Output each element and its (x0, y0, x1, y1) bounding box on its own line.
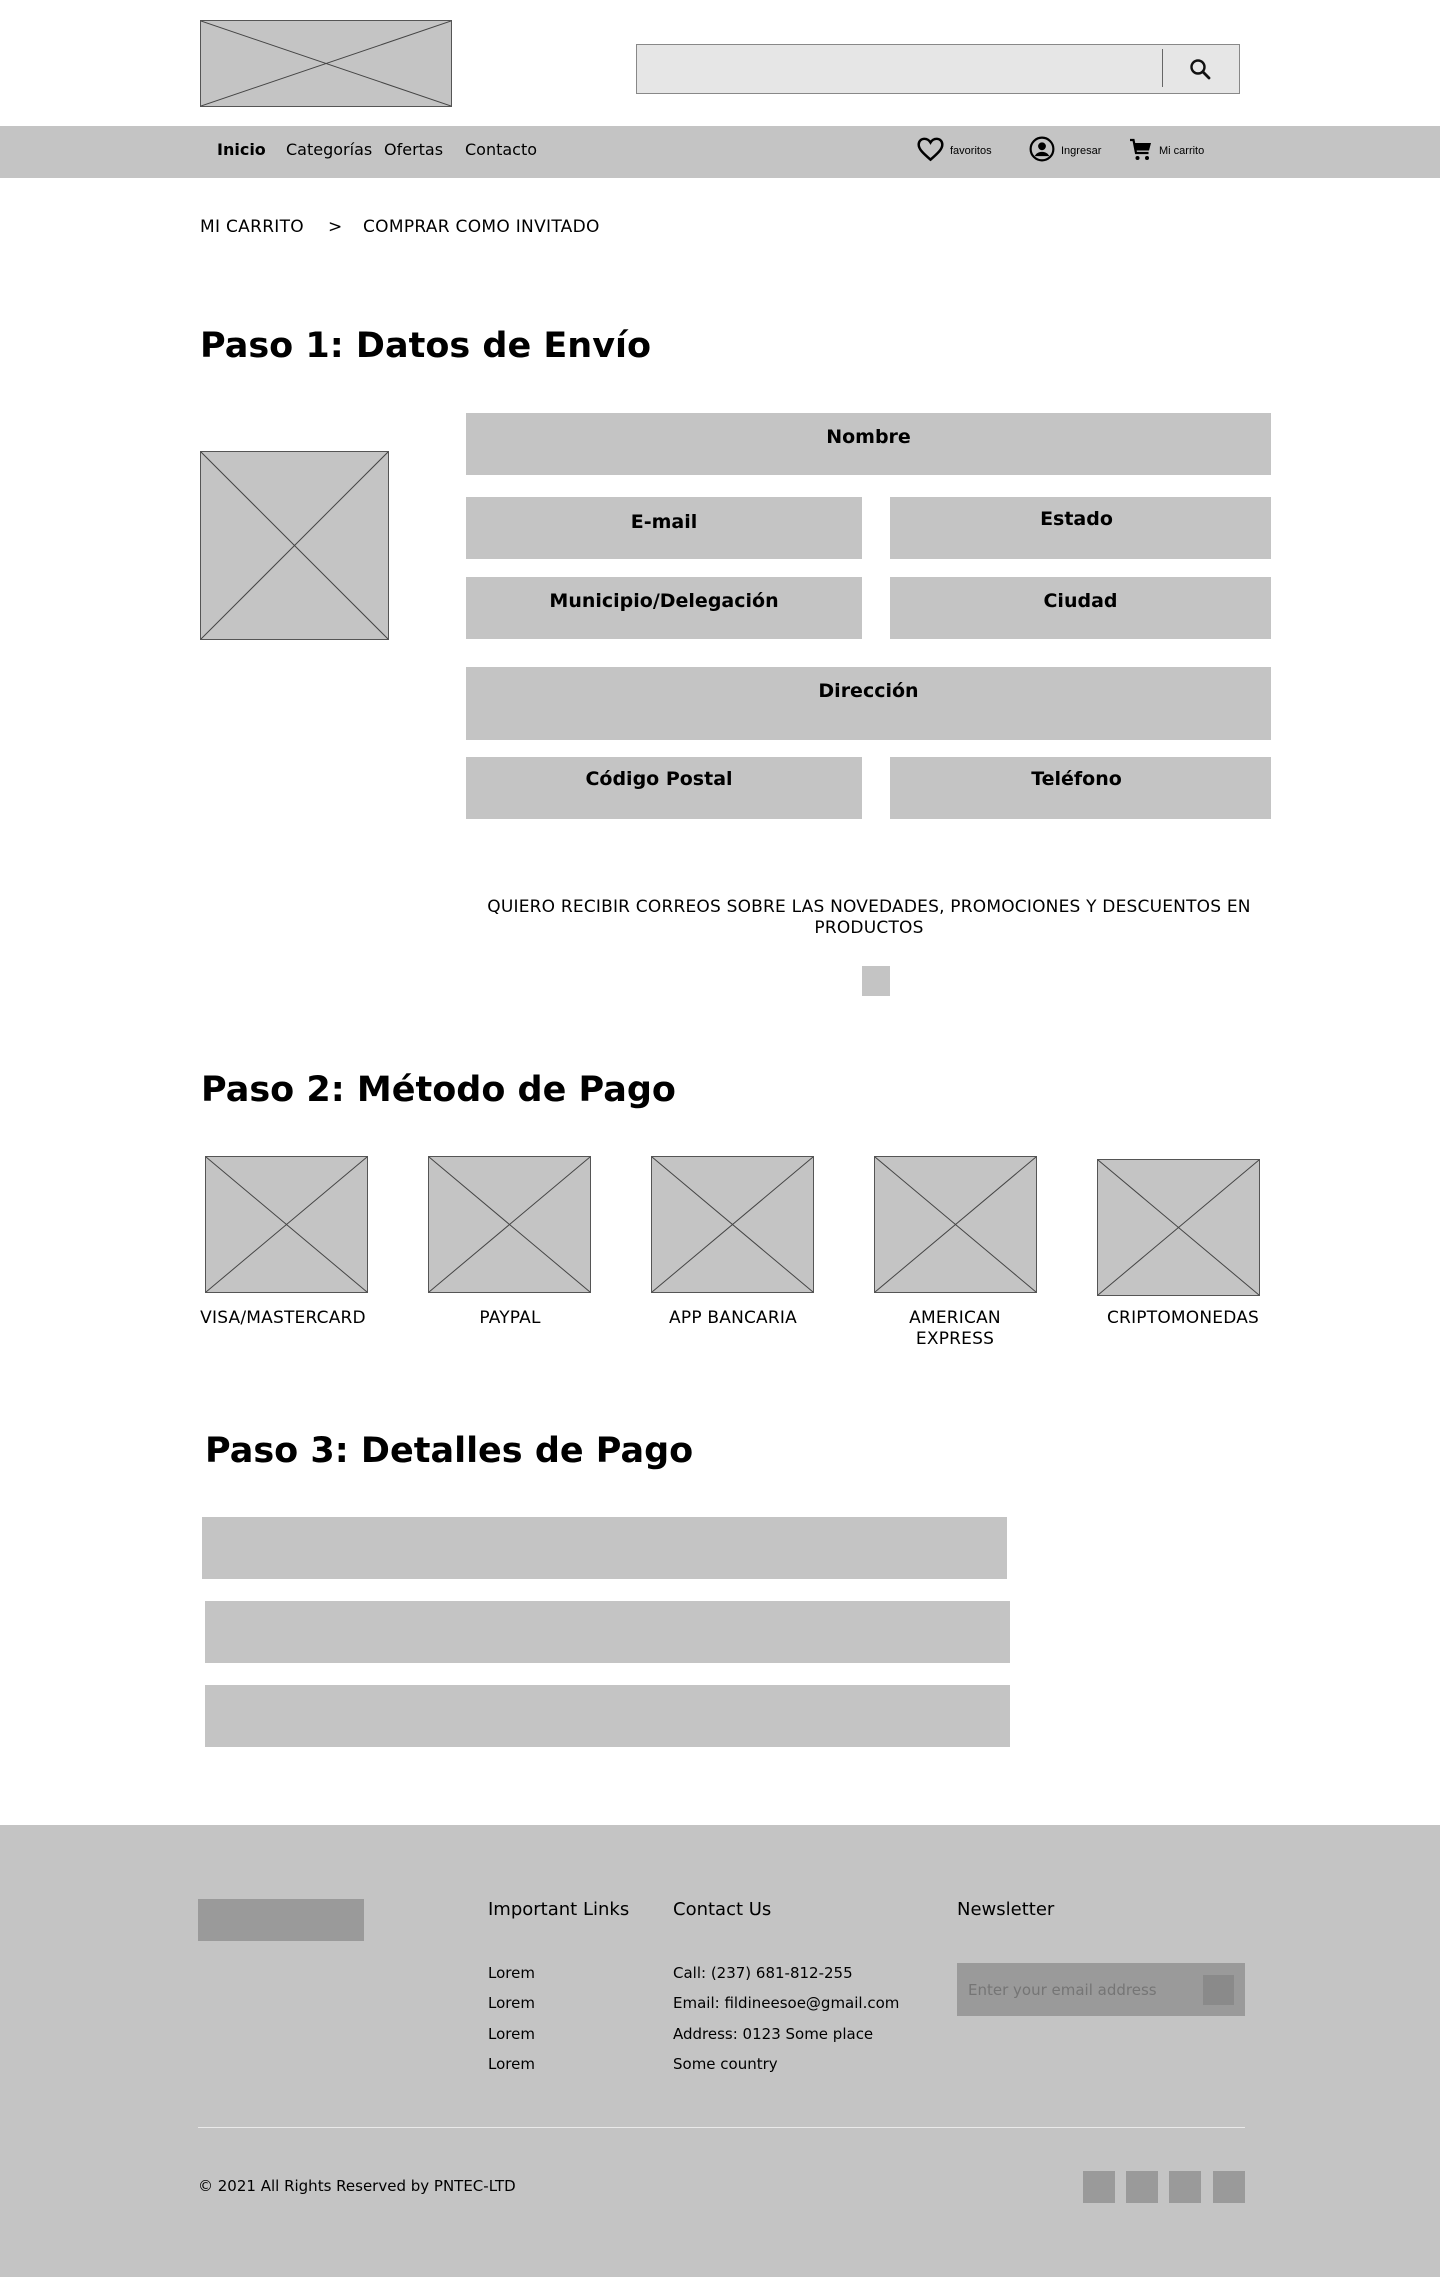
footer-copyright: © 2021 All Rights Reserved by PNTEC-LTD (198, 2177, 516, 2195)
cart-label: Mi carrito (1159, 145, 1205, 157)
main-navbar (0, 126, 1440, 178)
image-placeholder-icon (1098, 1160, 1259, 1295)
codigo-postal-field[interactable]: Código Postal (466, 757, 862, 819)
search-button[interactable] (1170, 50, 1230, 88)
payment-visa-mastercard[interactable] (205, 1156, 368, 1293)
telefono-label: Teléfono (1031, 768, 1122, 790)
search-input[interactable] (636, 44, 1240, 94)
image-placeholder-icon (875, 1157, 1036, 1292)
search-divider (1162, 49, 1163, 87)
municipio-field[interactable]: Municipio/Delegación (466, 577, 862, 639)
ciudad-field[interactable]: Ciudad (890, 577, 1271, 639)
footer-contact-country: Some country (673, 2055, 778, 2073)
social-icon[interactable] (1169, 2171, 1201, 2203)
payment-detail-field-1[interactable] (202, 1517, 1007, 1579)
favorites-link[interactable]: favoritos (917, 136, 992, 162)
payment-label: CRIPTOMONEDAS (1106, 1308, 1260, 1328)
user-circle-icon (1029, 136, 1055, 162)
payment-detail-field-3[interactable] (205, 1685, 1010, 1747)
codigo-postal-label: Código Postal (585, 768, 733, 790)
payment-label: AMERICAN EXPRESS (909, 1308, 1001, 1349)
direccion-field[interactable]: Dirección (466, 667, 1271, 740)
image-placeholder-icon (201, 21, 451, 106)
payment-label: VISA/MASTERCARD (200, 1308, 366, 1328)
email-label: E-mail (630, 511, 698, 533)
footer-contact-email[interactable]: Email: fildineesoe@gmail.com (673, 1993, 899, 2013)
image-placeholder-icon (206, 1157, 367, 1292)
payment-label: PAYPAL (479, 1308, 541, 1328)
login-label: Ingresar (1061, 145, 1102, 157)
heart-icon (917, 137, 944, 161)
site-footer (0, 1825, 1440, 2277)
newsletter-optin-text: QUIERO RECIBIR CORREOS SOBRE LAS NOVEDAD… (487, 897, 1251, 938)
image-placeholder-icon (201, 452, 388, 639)
breadcrumb-comprar-invitado[interactable]: COMPRAR COMO INVITADO (363, 216, 600, 238)
social-icon[interactable] (1126, 2171, 1158, 2203)
payment-paypal[interactable] (428, 1156, 591, 1293)
payment-american-express[interactable] (874, 1156, 1037, 1293)
site-logo[interactable] (200, 20, 452, 107)
footer-contact-phone: Call: (237) 681-812-255 (673, 1964, 853, 1982)
payment-criptomonedas[interactable] (1097, 1159, 1260, 1296)
nombre-field[interactable]: Nombre (466, 413, 1271, 475)
municipio-label: Municipio/Delegación (549, 590, 779, 612)
nav-link-ofertas[interactable]: Ofertas (384, 139, 443, 161)
estado-label: Estado (1040, 508, 1113, 530)
footer-link[interactable]: Lorem (488, 1993, 535, 2013)
favorites-label: favoritos (950, 145, 992, 157)
image-placeholder-icon (429, 1157, 590, 1292)
newsletter-email-input[interactable] (960, 1966, 1196, 2013)
cart-link[interactable]: Mi carrito (1129, 138, 1204, 162)
footer-contact-title: Contact Us (673, 1899, 772, 1920)
newsletter-optin-checkbox[interactable] (862, 966, 890, 996)
ciudad-label: Ciudad (1043, 590, 1118, 612)
estado-field[interactable]: Estado (890, 497, 1271, 559)
social-icon[interactable] (1083, 2171, 1115, 2203)
social-icon[interactable] (1213, 2171, 1245, 2203)
payment-app-bancaria[interactable] (651, 1156, 814, 1293)
breadcrumb-separator: > (328, 217, 343, 237)
nav-link-contacto[interactable]: Contacto (465, 139, 537, 161)
footer-link[interactable]: Lorem (488, 2024, 535, 2044)
footer-link[interactable]: Lorem (488, 1963, 535, 1983)
step2-title: Paso 2: Método de Pago (201, 1070, 676, 1110)
step3-title: Paso 3: Detalles de Pago (205, 1431, 694, 1471)
footer-logo[interactable] (198, 1899, 364, 1941)
footer-divider (198, 2127, 1245, 2128)
footer-link[interactable]: Lorem (488, 2054, 535, 2074)
telefono-field[interactable]: Teléfono (890, 757, 1271, 819)
email-field[interactable]: E-mail (466, 497, 862, 559)
breadcrumb-mi-carrito[interactable]: MI CARRITO (200, 216, 304, 238)
nav-link-categorias[interactable]: Categorías (286, 139, 372, 161)
direccion-label: Dirección (818, 680, 919, 702)
product-image (200, 451, 389, 640)
step1-title: Paso 1: Datos de Envío (200, 326, 652, 366)
payment-detail-field-2[interactable] (205, 1601, 1010, 1663)
footer-links-title: Important Links (488, 1899, 630, 1920)
nav-link-inicio[interactable]: Inicio (217, 139, 266, 161)
newsletter-submit-button[interactable] (1203, 1975, 1234, 2005)
search-icon (1190, 59, 1211, 80)
image-placeholder-icon (652, 1157, 813, 1292)
cart-icon (1130, 138, 1151, 160)
payment-label: APP BANCARIA (669, 1308, 797, 1328)
footer-contact-address: Address: 0123 Some place (673, 2025, 874, 2043)
footer-newsletter-title: Newsletter (957, 1899, 1055, 1920)
login-link[interactable]: Ingresar (1029, 136, 1101, 162)
nombre-label: Nombre (826, 426, 911, 448)
